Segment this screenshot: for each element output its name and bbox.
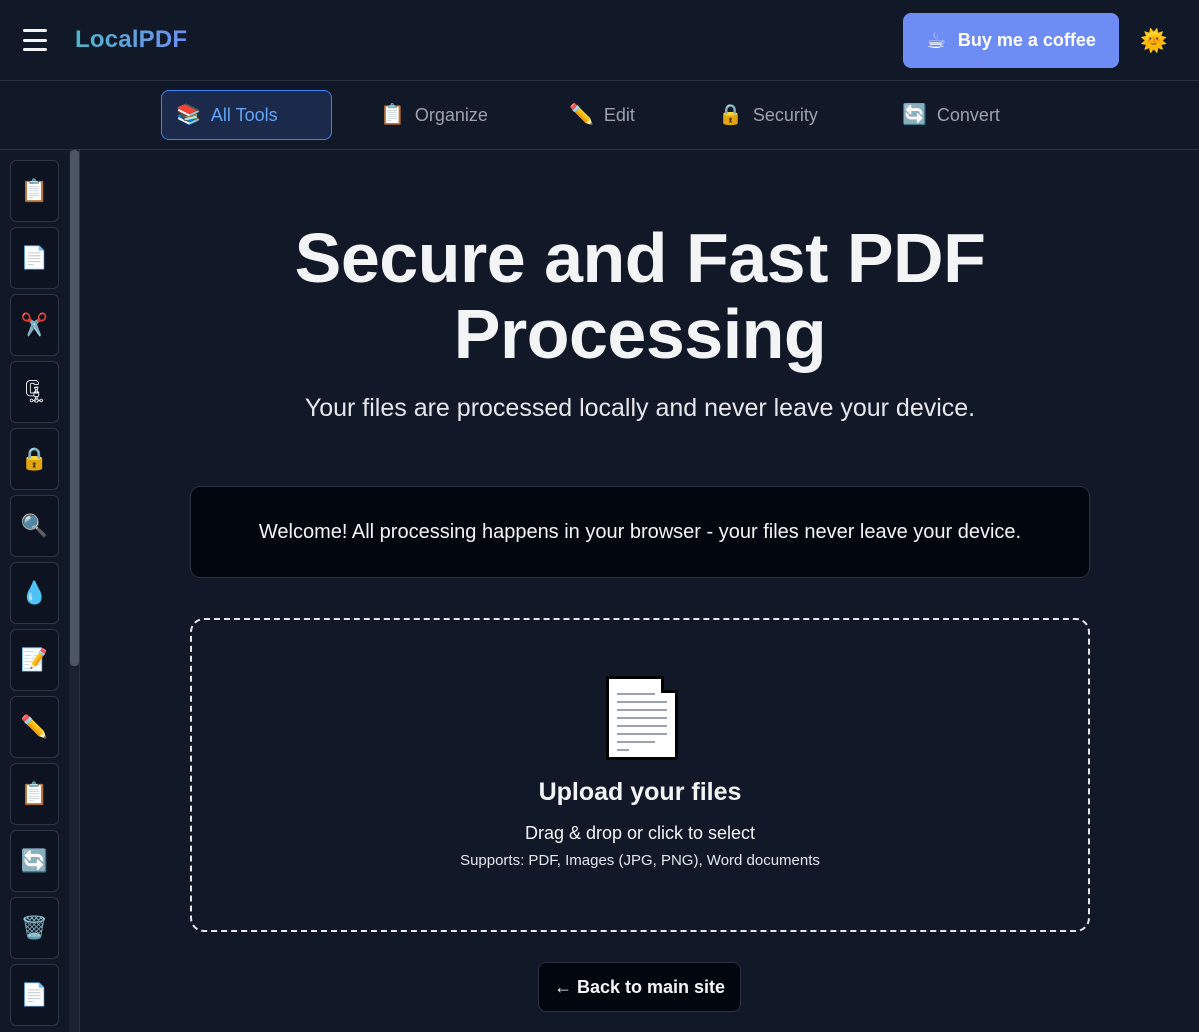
tab-label: All Tools (210, 104, 278, 125)
sidebar-tool-annotate[interactable]: 📝 (10, 629, 59, 691)
tab-security[interactable]: 🔒 Security (704, 90, 832, 140)
sidebar-tool-watermark[interactable]: 💧 (10, 562, 59, 624)
welcome-banner: Welcome! All processing happens in your … (190, 486, 1090, 578)
back-to-main-site-button[interactable]: ← Back to main site (538, 962, 741, 1012)
coffee-icon: ☕ (926, 27, 946, 53)
clamp-icon: 🗜 (20, 379, 49, 404)
pencil-icon: ✏️ (20, 714, 49, 739)
tab-label: Edit (603, 104, 635, 125)
refresh-icon: 🔄 (20, 848, 49, 873)
clipboard-icon: 📋 (380, 104, 405, 126)
tab-all-tools[interactable]: 📚 All Tools (161, 90, 332, 140)
upload-title: Upload your files (538, 778, 742, 806)
memo-icon: 📝 (20, 647, 49, 672)
sidebar-scrollbar-thumb[interactable] (70, 150, 79, 666)
buy-coffee-button[interactable]: ☕ Buy me a coffee (903, 13, 1119, 68)
upload-supported-formats: Supports: PDF, Images (JPG, PNG), Word d… (460, 852, 820, 869)
sidebar-tool-edit[interactable]: ✏️ (10, 696, 59, 758)
app-logo[interactable]: LocalPDF (75, 26, 187, 54)
tool-sidebar: 📋 📄 ✂️ 🗜 🔒 🔍 💧 📝 ✏️ 📋 🔄 🗑️ 📄 (0, 150, 80, 1032)
tab-label: Security (752, 104, 818, 125)
magnifier-icon: 🔍 (20, 513, 49, 538)
sidebar-tool-cut[interactable]: ✂️ (10, 294, 59, 356)
page-icon: 📄 (20, 245, 49, 270)
clipboard-icon: 📋 (20, 178, 49, 203)
top-header: LocalPDF ☕ Buy me a coffee 🌞 (0, 0, 1199, 81)
refresh-icon: 🔄 (902, 104, 927, 126)
sidebar-tool-search[interactable]: 🔍 (10, 495, 59, 557)
title-line-1: Secure and Fast PDF (294, 219, 986, 297)
sidebar-tool-merge[interactable]: 📋 (10, 160, 59, 222)
theme-toggle-sun-icon[interactable]: 🌞 (1140, 27, 1168, 55)
buy-coffee-label: Buy me a coffee (957, 30, 1096, 50)
sidebar-tool-convert[interactable]: 🔄 (10, 830, 59, 892)
sidebar-tool-delete[interactable]: 🗑️ (10, 897, 59, 959)
trash-icon: 🗑️ (20, 915, 49, 940)
file-dropzone[interactable]: Upload your files Drag & drop or click t… (190, 618, 1090, 932)
tab-label: Organize (414, 104, 488, 125)
books-icon: 📚 (176, 104, 201, 126)
page-icon: 📄 (20, 982, 49, 1007)
sidebar-tool-organize[interactable]: 📋 (10, 763, 59, 825)
menu-icon[interactable] (23, 29, 47, 51)
category-tabs: 📚 All Tools 📋 Organize ✏️ Edit 🔒 Securit… (0, 81, 1199, 150)
sidebar-tool-protect[interactable]: 🔒 (10, 428, 59, 490)
lock-icon: 🔒 (20, 446, 49, 471)
pencil-icon: ✏️ (569, 104, 594, 126)
droplet-icon: 💧 (20, 580, 49, 605)
clipboard-icon: 📋 (20, 781, 49, 806)
tab-label: Convert (936, 104, 1000, 125)
lock-icon: 🔒 (718, 104, 743, 126)
page-title: Secure and Fast PDF Processing (190, 220, 1090, 372)
document-icon (606, 676, 678, 760)
tab-edit[interactable]: ✏️ Edit (555, 90, 649, 140)
sidebar-tool-document[interactable]: 📄 (10, 964, 59, 1026)
sidebar-tool-split[interactable]: 📄 (10, 227, 59, 289)
upload-hint: Drag & drop or click to select (524, 823, 756, 843)
sidebar-tool-compress[interactable]: 🗜 (10, 361, 59, 423)
scissors-icon: ✂️ (20, 312, 49, 337)
title-line-2: Processing (453, 295, 827, 373)
tab-organize[interactable]: 📋 Organize (366, 90, 502, 140)
page-subtitle: Your files are processed locally and nev… (304, 394, 976, 422)
tab-convert[interactable]: 🔄 Convert (888, 90, 1014, 140)
